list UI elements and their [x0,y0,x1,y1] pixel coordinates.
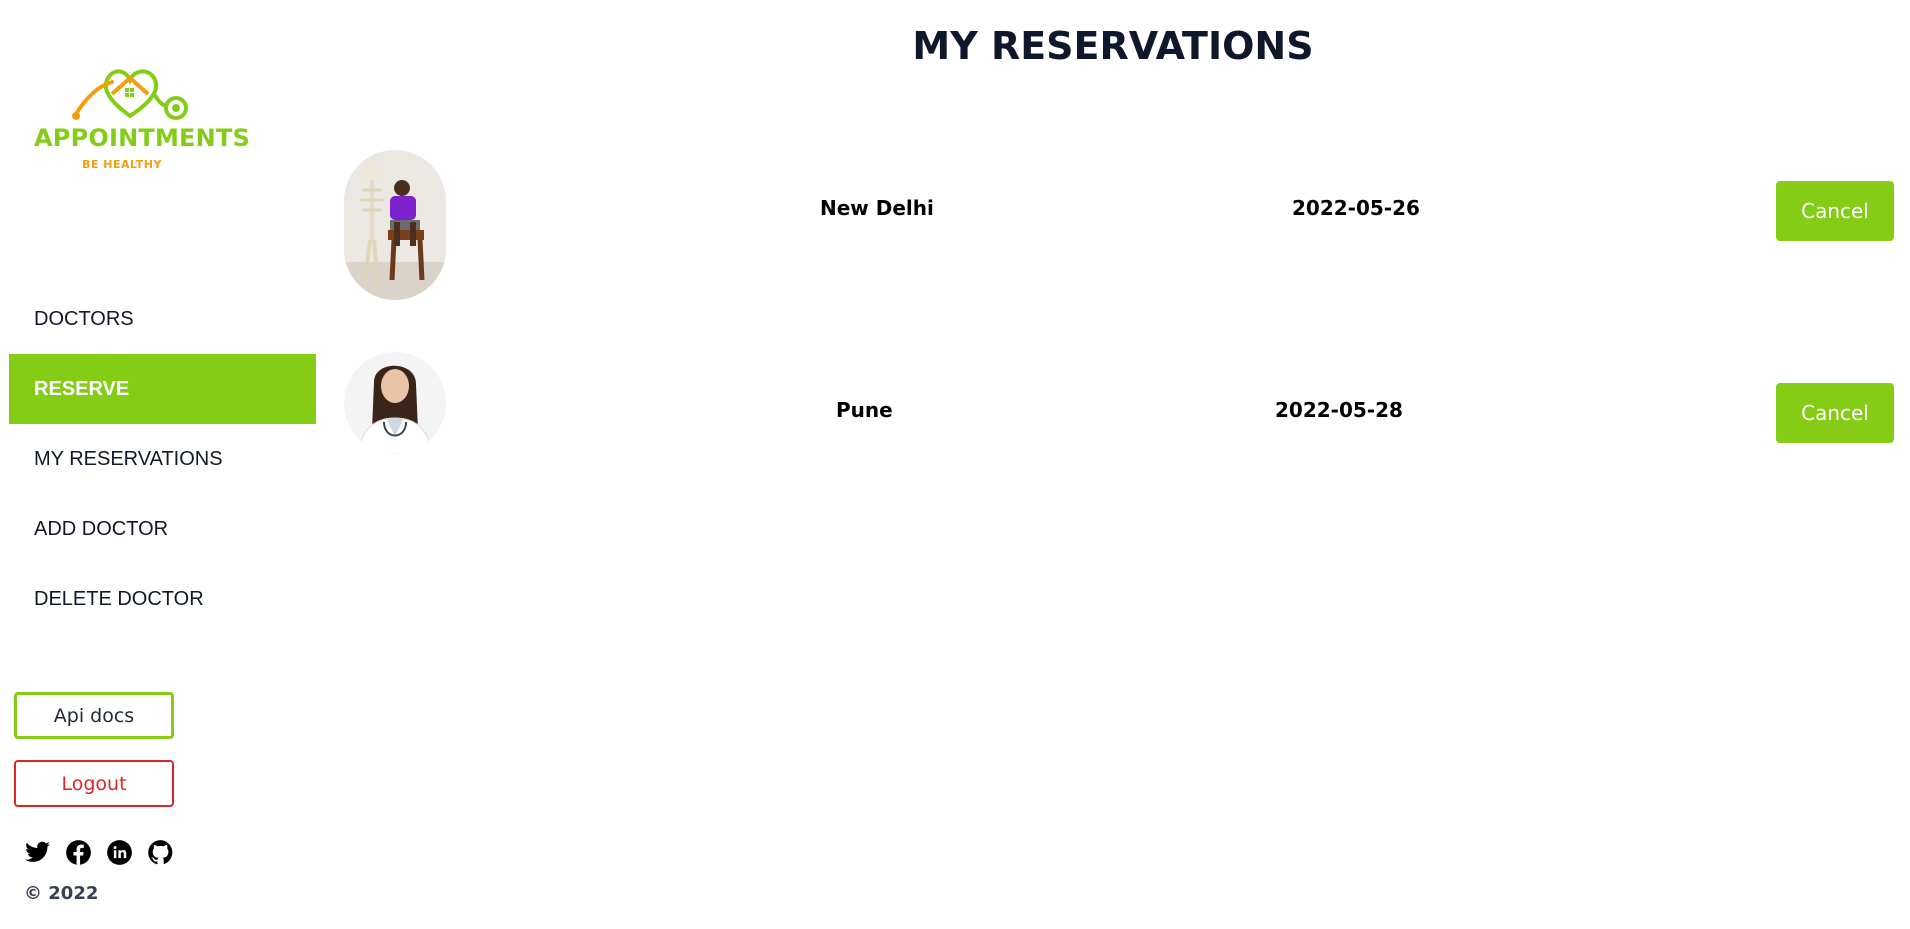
sidebar: APPOINTMENTS BE HEALTHY DOCTORS RESERVE … [0,0,316,929]
linkedin-icon[interactable] [106,839,133,866]
sidebar-nav: DOCTORS RESERVE MY RESERVATIONS ADD DOCT… [9,284,316,634]
facebook-icon[interactable] [65,839,92,866]
brand-logo[interactable]: APPOINTMENTS BE HEALTHY [32,64,250,176]
social-links [24,839,174,866]
doctor-photo [344,352,446,454]
sidebar-item-delete-doctor[interactable]: DELETE DOCTOR [9,564,316,634]
reservation-city: Pune [836,398,893,422]
page-title: MY RESERVATIONS [912,24,1314,68]
sidebar-item-doctors[interactable]: DOCTORS [9,284,316,354]
reservation-date: 2022-05-26 [1292,196,1420,220]
heart-stethoscope-logo-icon [72,69,188,120]
doctor-photo [344,150,446,300]
logout-button[interactable]: Logout [14,760,174,807]
sidebar-item-add-doctor[interactable]: ADD DOCTOR [9,494,316,564]
doctor-woman-photo-icon [344,352,446,454]
doctor-man-skeleton-photo-icon [344,150,446,300]
copyright: © 2022 [24,883,99,904]
brand-tagline: BE HEALTHY [82,158,162,171]
sidebar-item-my-reservations[interactable]: MY RESERVATIONS [9,424,316,494]
twitter-icon[interactable] [24,839,51,866]
github-icon[interactable] [147,839,174,866]
reservation-row: Pune 2022-05-28 Cancel [344,352,1894,502]
api-docs-button[interactable]: Api docs [14,692,174,739]
reservation-row: New Delhi 2022-05-26 Cancel [344,150,1894,300]
reservation-city: New Delhi [820,196,934,220]
cancel-reservation-button[interactable]: Cancel [1776,181,1894,241]
cancel-reservation-button[interactable]: Cancel [1776,383,1894,443]
brand-name: APPOINTMENTS [34,124,250,152]
sidebar-item-reserve[interactable]: RESERVE [9,354,316,424]
reservation-date: 2022-05-28 [1275,398,1403,422]
